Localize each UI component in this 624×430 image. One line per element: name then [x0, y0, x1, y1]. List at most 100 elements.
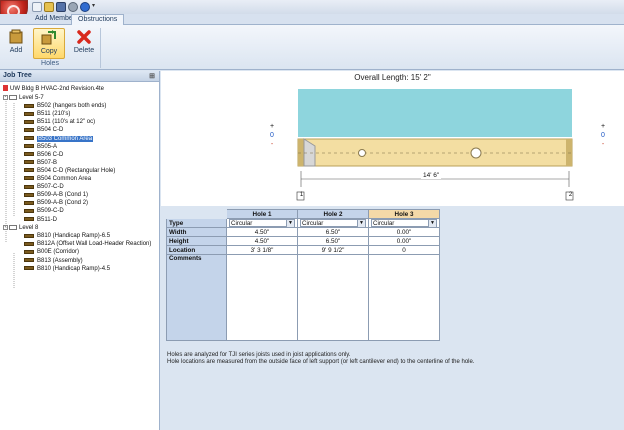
joist-member-icon [24, 168, 34, 173]
hole-2-comment-input[interactable] [297, 254, 369, 341]
ribbon-group-separator [100, 28, 101, 68]
collapse-icon[interactable]: - [3, 225, 8, 231]
hole-2-type-select[interactable]: Circular ▼ [300, 219, 366, 227]
tree-member-label: B507-C-D [37, 184, 64, 191]
right-support [566, 139, 572, 166]
tree-member-item[interactable]: B509-A-B (Cond 1) [24, 191, 88, 199]
dropdown-arrow-icon[interactable]: ▼ [428, 219, 436, 227]
tree-member-item[interactable]: B507-C-D [24, 183, 64, 191]
tree-member-item[interactable]: B00E (Corridor) [24, 248, 79, 256]
save-icon[interactable] [56, 2, 66, 12]
hole-1-comment-input[interactable] [226, 254, 298, 341]
tree-member-label: B509-C-D [37, 208, 64, 215]
add-button-label: Add [9, 47, 23, 54]
table-header-row: Hole 1 Hole 2 Hole 3 [166, 209, 440, 219]
hole-1-width-input[interactable]: 4.50" [226, 227, 298, 237]
delete-hole-button[interactable]: Delete [70, 28, 98, 59]
tree-level-node[interactable]: - Level 8 [3, 224, 38, 232]
new-file-icon[interactable] [32, 2, 42, 12]
joist-member-icon [24, 266, 34, 271]
dropdown-arrow-icon[interactable]: ▼ [286, 219, 294, 227]
note-line-2: Hole locations are measured from the out… [167, 359, 475, 365]
overall-length-label: Overall Length: 15' 2" [354, 73, 431, 82]
joist-member-icon [24, 144, 34, 149]
tree-level-label: Level 5-7 [19, 95, 44, 101]
left-scale-markers: + 0 - [268, 122, 276, 149]
tree-member-item[interactable]: B504 Common Area [24, 175, 91, 183]
hole-3-height-input[interactable]: 0.00" [368, 236, 440, 246]
hole-2-width-input[interactable]: 6.50" [297, 227, 369, 237]
tree-level-node[interactable]: - Level 5-7 [3, 94, 44, 102]
hole-2-marker[interactable] [470, 147, 482, 159]
joist-member-icon [24, 127, 34, 132]
help-icon[interactable] [80, 2, 90, 12]
tree-project-node[interactable]: UW Bldg B HVAC-2nd Revision.4te [3, 85, 104, 93]
hole-3-comment-input[interactable] [368, 254, 440, 341]
tree-member-item[interactable]: B810 (Handicap Ramp)-4.5 [24, 265, 110, 273]
left-support [298, 139, 304, 166]
tree-member-item[interactable]: B504 C-D (Rectangular Hole) [24, 167, 115, 175]
tree-member-item[interactable]: B504 C-D [24, 126, 63, 134]
joist-member-icon [24, 119, 34, 124]
right-zero-marker: 0 [601, 132, 605, 139]
tree-member-item[interactable]: B507-B [24, 159, 57, 167]
joist-member-icon [24, 103, 34, 108]
height-row-label: Height [166, 236, 227, 246]
tree-member-item[interactable]: B509-C-D [24, 207, 64, 215]
tree-member-item[interactable]: B511-D [24, 216, 57, 224]
hole-3-type-select[interactable]: Circular ▼ [371, 219, 437, 227]
hole-1-marker[interactable] [358, 149, 366, 157]
hole-2-header[interactable]: Hole 2 [297, 209, 369, 219]
joist-member-icon [24, 184, 34, 189]
joist-member-icon [24, 192, 34, 197]
dropdown-arrow-icon[interactable]: ▼ [357, 219, 365, 227]
hole-3-header[interactable]: Hole 3 [368, 209, 440, 219]
hole-2-location-input[interactable]: 9' 9 1/2" [297, 245, 369, 255]
qat-dropdown-icon[interactable]: ▾ [92, 2, 98, 12]
tree-member-label: B810 (Handicap Ramp)-6.5 [37, 233, 111, 240]
type-row: Type Circular ▼ Circular ▼ Circular ▼ [166, 218, 440, 228]
quick-access-toolbar: ▾ [0, 0, 624, 14]
hole-3-type-value: Circular [373, 219, 395, 227]
note-line-1: Holes are analyzed for TJI series joists… [167, 352, 351, 358]
beam-diagram: Overall Length: 15' 2" 14' 6" 1 2 + 0 - … [161, 71, 624, 206]
hole-1-type-select[interactable]: Circular ▼ [229, 219, 295, 227]
open-folder-icon[interactable] [44, 2, 54, 12]
collapse-icon[interactable]: - [3, 94, 8, 100]
hole-notes: Holes are analyzed for TJI series joists… [167, 352, 475, 366]
hole-3-location-input[interactable]: 0 [368, 245, 440, 255]
hole-3-type-cell: Circular ▼ [368, 218, 440, 228]
tree-member-item[interactable]: B812A (Offset Wall Load-Header Reaction) [24, 240, 151, 248]
right-scale-markers: + 0 - [599, 122, 607, 149]
tree-member-item[interactable]: B503 Common Area [24, 135, 94, 143]
tree-member-item[interactable]: B810 (Handicap Ramp)-6.5 [24, 232, 110, 240]
tree-member-item[interactable]: B509-A-B (Cond 2) [24, 199, 88, 207]
tree-member-item[interactable]: B502 (hangers both ends) [24, 102, 106, 110]
hole-1-location-input[interactable]: 3' 3 1/8" [226, 245, 298, 255]
tree-member-item[interactable]: B511 (210's) [24, 110, 70, 118]
tree-member-item[interactable]: B506 C-D [24, 151, 63, 159]
tree-member-item[interactable]: B813 (Assembly) [24, 257, 83, 265]
hole-1-type-value: Circular [231, 219, 253, 227]
tree-member-label: B511 (110's at 12" oc) [37, 119, 96, 126]
add-hole-button[interactable]: Add [2, 28, 30, 59]
delete-button-label: Delete [73, 47, 95, 54]
width-row-label: Width [166, 227, 227, 237]
hole-1-header[interactable]: Hole 1 [226, 209, 298, 219]
tree-member-item[interactable]: B511 (110's at 12" oc) [24, 118, 95, 126]
hole-3-width-input[interactable]: 0.00" [368, 227, 440, 237]
tree-member-item[interactable]: B505-A [24, 143, 57, 151]
tree-member-label: B504 C-D [37, 127, 64, 134]
tree-member-label: B00E (Corridor) [37, 249, 80, 256]
settings-icon[interactable] [68, 2, 78, 12]
hole-2-height-input[interactable]: 6.50" [297, 236, 369, 246]
copy-hole-button[interactable]: Copy [33, 28, 65, 59]
tree-member-label: B813 (Assembly) [37, 257, 83, 264]
joist-elevation [297, 138, 573, 167]
tree-member-label: B502 (hangers both ends) [37, 103, 107, 110]
ribbon-panel: Add Copy Delete Holes [0, 25, 624, 70]
project-file-icon [3, 85, 8, 92]
joist-member-icon [24, 200, 34, 205]
joist-member-icon [24, 241, 34, 246]
hole-1-height-input[interactable]: 4.50" [226, 236, 298, 246]
